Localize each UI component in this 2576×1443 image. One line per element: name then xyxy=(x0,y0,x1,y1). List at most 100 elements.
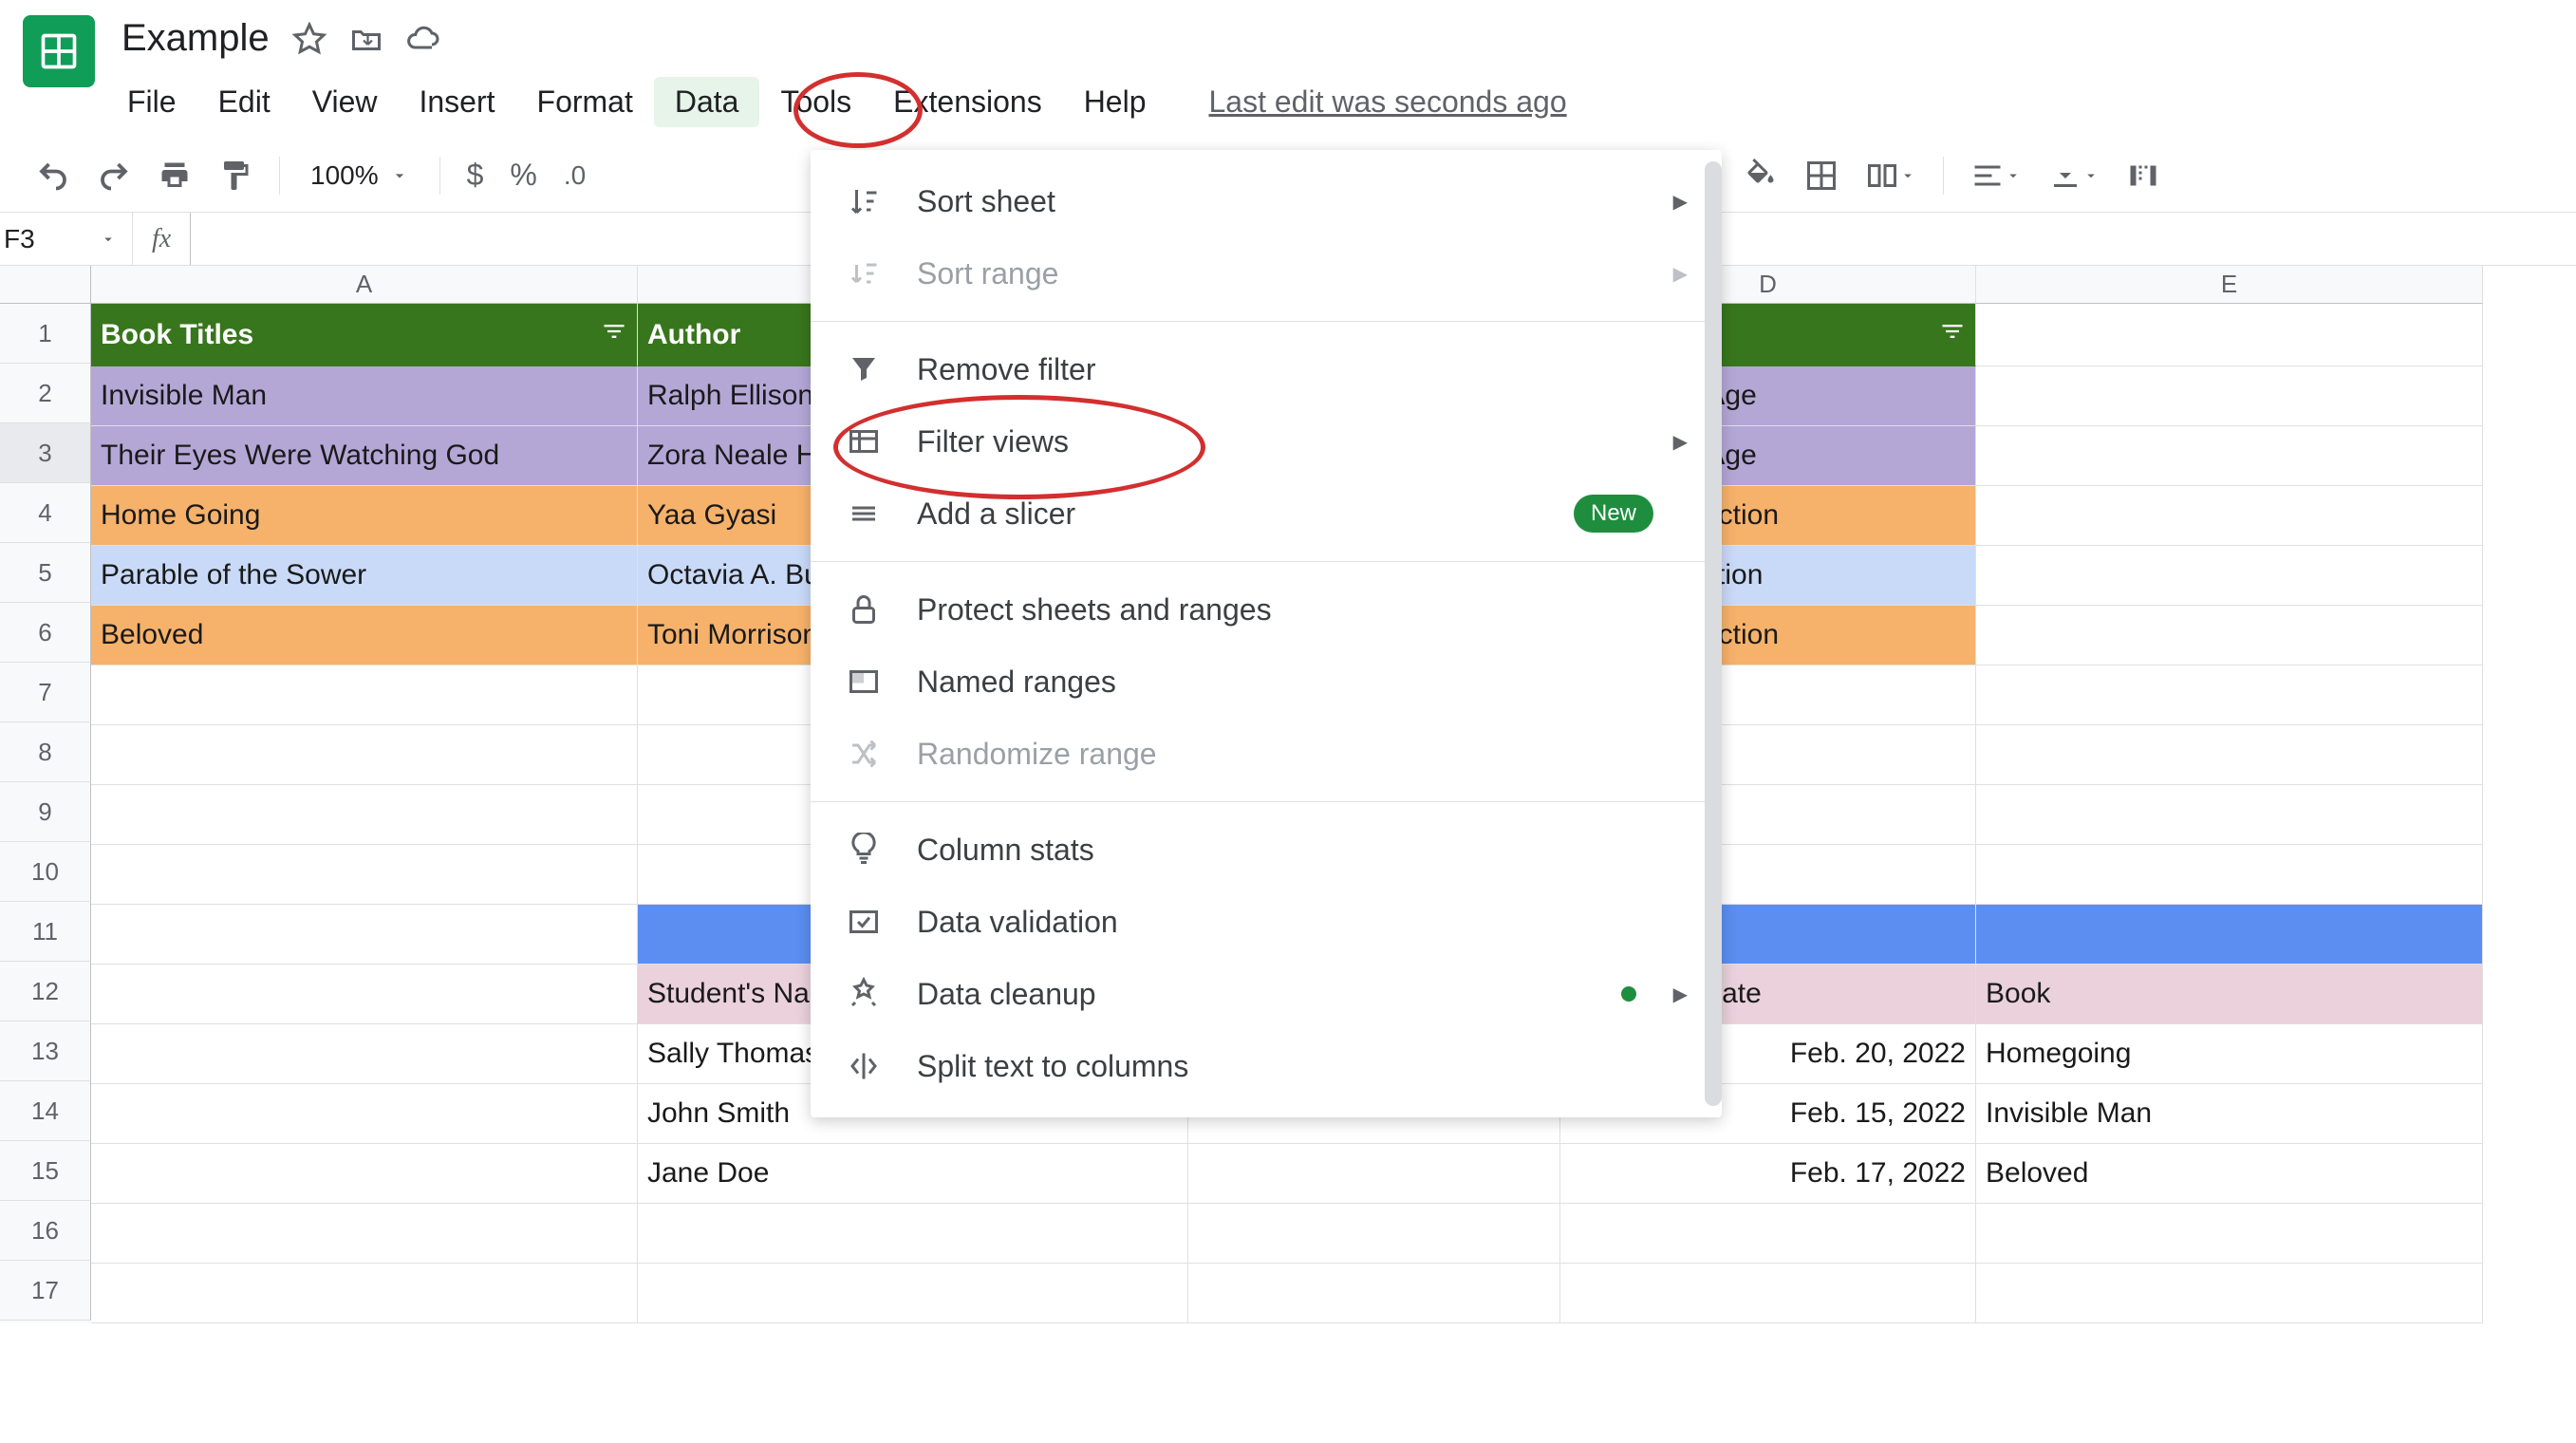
row-header[interactable]: 12 xyxy=(0,962,91,1021)
cell[interactable]: Home Going xyxy=(91,486,638,546)
cell[interactable]: Beloved xyxy=(1976,1144,2483,1204)
row-header[interactable]: 7 xyxy=(0,663,91,722)
row-header[interactable]: 6 xyxy=(0,603,91,663)
cell[interactable] xyxy=(91,845,638,905)
cell[interactable] xyxy=(1976,486,2483,546)
sheets-logo-icon[interactable] xyxy=(23,15,95,87)
cell[interactable] xyxy=(1188,1204,1560,1264)
cell[interactable]: Book xyxy=(1976,965,2483,1024)
menu-insert[interactable]: Insert xyxy=(398,77,515,127)
decrease-decimal-icon[interactable]: .0 xyxy=(556,155,593,197)
cell[interactable] xyxy=(1976,426,2483,486)
cell[interactable] xyxy=(1188,1264,1560,1323)
cell[interactable] xyxy=(1976,845,2483,905)
menu-sort-sheet[interactable]: Sort sheet ▶ xyxy=(811,165,1722,237)
vertical-align-icon[interactable] xyxy=(2041,153,2107,198)
last-edit-link[interactable]: Last edit was seconds ago xyxy=(1209,84,1567,120)
cell[interactable] xyxy=(1976,1264,2483,1323)
cell[interactable] xyxy=(1976,366,2483,426)
menu-tools[interactable]: Tools xyxy=(759,77,872,127)
menu-named-ranges[interactable]: Named ranges xyxy=(811,646,1722,718)
text-wrap-icon[interactable] xyxy=(2119,153,2168,198)
cell[interactable]: Beloved xyxy=(91,606,638,665)
row-header[interactable]: 15 xyxy=(0,1141,91,1201)
menu-file[interactable]: File xyxy=(121,77,197,127)
cell[interactable] xyxy=(91,665,638,725)
row-header[interactable]: 11 xyxy=(0,902,91,962)
row-header[interactable]: 3 xyxy=(0,423,91,483)
cell[interactable] xyxy=(1976,546,2483,606)
row-header[interactable]: 13 xyxy=(0,1021,91,1081)
menu-data[interactable]: Data xyxy=(654,77,760,127)
undo-icon[interactable] xyxy=(28,153,78,198)
menu-remove-filter[interactable]: Remove filter xyxy=(811,333,1722,405)
cell[interactable] xyxy=(91,1144,638,1204)
cell[interactable]: Their Eyes Were Watching God xyxy=(91,426,638,486)
column-header[interactable]: E xyxy=(1976,266,2483,304)
cell[interactable]: Book Titles xyxy=(91,304,638,366)
dropdown-scrollbar[interactable] xyxy=(1705,161,1722,1106)
cell[interactable]: Jane Doe xyxy=(638,1144,1188,1204)
cell[interactable] xyxy=(1976,606,2483,665)
cell[interactable] xyxy=(1976,905,2483,965)
cell[interactable] xyxy=(91,725,638,785)
row-header[interactable]: 9 xyxy=(0,782,91,842)
print-icon[interactable] xyxy=(150,153,199,198)
cell-reference-box[interactable]: F3 xyxy=(0,213,133,265)
cell[interactable]: Invisible Man xyxy=(91,366,638,426)
menu-column-stats[interactable]: Column stats xyxy=(811,814,1722,886)
row-header[interactable]: 1 xyxy=(0,304,91,364)
row-header[interactable]: 14 xyxy=(0,1081,91,1141)
cell[interactable] xyxy=(1560,1264,1976,1323)
cell[interactable] xyxy=(1976,304,2483,366)
percent-icon[interactable]: % xyxy=(502,152,544,198)
menu-format[interactable]: Format xyxy=(516,77,654,127)
cell[interactable]: Homegoing xyxy=(1976,1024,2483,1084)
cell[interactable] xyxy=(1560,1204,1976,1264)
cell[interactable] xyxy=(91,1204,638,1264)
cell[interactable] xyxy=(1188,1144,1560,1204)
menu-data-cleanup[interactable]: Data cleanup ▶ xyxy=(811,958,1722,1030)
row-header[interactable]: 8 xyxy=(0,722,91,782)
menu-data-validation[interactable]: Data validation xyxy=(811,886,1722,958)
row-header[interactable]: 2 xyxy=(0,364,91,423)
cell[interactable] xyxy=(638,1264,1188,1323)
cell[interactable] xyxy=(91,1084,638,1144)
row-header[interactable]: 4 xyxy=(0,483,91,543)
cell[interactable] xyxy=(1976,725,2483,785)
filter-icon[interactable] xyxy=(601,318,627,352)
cloud-status-icon[interactable] xyxy=(406,22,440,56)
select-all-corner[interactable] xyxy=(0,266,91,304)
horizontal-align-icon[interactable] xyxy=(1963,153,2029,198)
cell[interactable] xyxy=(1976,785,2483,845)
row-header[interactable]: 17 xyxy=(0,1261,91,1321)
redo-icon[interactable] xyxy=(89,153,139,198)
paint-format-icon[interactable] xyxy=(211,153,260,198)
filter-icon[interactable] xyxy=(1939,318,1966,352)
cell[interactable] xyxy=(1976,1204,2483,1264)
cell[interactable] xyxy=(91,905,638,965)
currency-icon[interactable]: $ xyxy=(459,152,492,198)
menu-extensions[interactable]: Extensions xyxy=(872,77,1063,127)
row-header[interactable]: 16 xyxy=(0,1201,91,1261)
menu-filter-views[interactable]: Filter views ▶ xyxy=(811,405,1722,478)
document-title[interactable]: Example xyxy=(121,17,270,60)
column-header[interactable]: A xyxy=(91,266,638,304)
merge-cells-icon[interactable] xyxy=(1857,153,1924,198)
cell[interactable] xyxy=(91,1024,638,1084)
cell[interactable] xyxy=(638,1204,1188,1264)
cell[interactable]: Parable of the Sower xyxy=(91,546,638,606)
cell[interactable]: Invisible Man xyxy=(1976,1084,2483,1144)
zoom-dropdown[interactable]: 100% xyxy=(299,160,420,191)
cell[interactable] xyxy=(1976,665,2483,725)
fill-color-icon[interactable] xyxy=(1736,153,1785,198)
cell[interactable] xyxy=(91,1264,638,1323)
menu-add-slicer[interactable]: Add a slicer New xyxy=(811,478,1722,550)
row-header[interactable]: 10 xyxy=(0,842,91,902)
menu-split-text[interactable]: Split text to columns xyxy=(811,1030,1722,1102)
menu-protect-sheets[interactable]: Protect sheets and ranges xyxy=(811,573,1722,646)
menu-view[interactable]: View xyxy=(291,77,399,127)
row-header[interactable]: 5 xyxy=(0,543,91,603)
menu-help[interactable]: Help xyxy=(1063,77,1167,127)
menu-edit[interactable]: Edit xyxy=(197,77,291,127)
